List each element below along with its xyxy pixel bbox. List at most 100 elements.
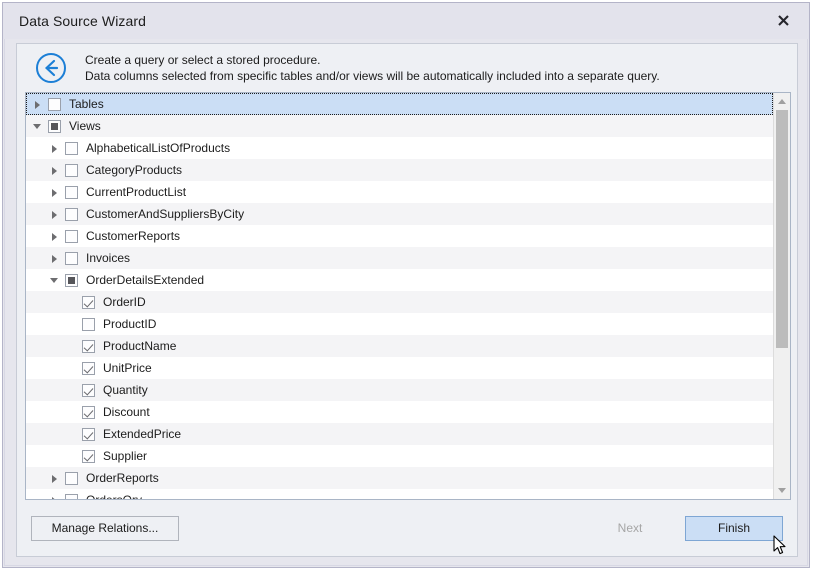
expander-expand-icon[interactable] [49,165,60,176]
tree-row[interactable]: CustomerReports [26,225,773,247]
expander-expand-icon[interactable] [49,187,60,198]
tree-panel: Tables Views AlphabeticalListOfProducts Cat… [25,92,791,500]
tree-row-label: Discount [103,405,150,419]
tree-row[interactable]: OrderID [26,291,773,313]
tree-row-label: Supplier [103,449,148,463]
finish-button[interactable]: Finish [685,515,783,541]
tree-row-label: CurrentProductList [86,185,187,199]
tree-row[interactable]: Views [26,115,773,137]
scroll-down-icon[interactable] [774,482,790,499]
checkbox-unchecked[interactable] [65,493,78,499]
tree-row[interactable]: ProductID [26,313,773,335]
tree-row-label: ProductID [103,317,157,331]
tree-row[interactable]: UnitPrice [26,357,773,379]
expander-collapse-icon[interactable] [49,275,60,286]
tree-row[interactable]: Supplier [26,445,773,467]
tree-row-label: CustomerReports [86,229,181,243]
tree-row[interactable]: CurrentProductList [26,181,773,203]
tree-row[interactable]: Discount [26,401,773,423]
expander-expand-icon[interactable] [49,495,60,499]
tree-row-label: OrderID [103,295,146,309]
tree-row[interactable]: OrdersQry [26,489,773,499]
checkbox-unchecked[interactable] [65,163,78,177]
expander-placeholder [66,297,77,308]
tree-row-label: CustomerAndSuppliersByCity [86,207,245,221]
wizard-header: Create a query or select a stored proced… [17,44,797,92]
tree-row-label: CategoryProducts [86,163,183,177]
checkbox-unchecked[interactable] [65,229,78,243]
tree-row-label: Quantity [103,383,148,397]
checkbox-unchecked[interactable] [65,251,78,265]
tree-row-label: Views [69,119,101,133]
tree-row[interactable]: ExtendedPrice [26,423,773,445]
checkbox-unchecked[interactable] [65,207,78,221]
wizard-footer: Manage Relations... Next Finish [17,500,797,556]
checkbox-unchecked[interactable] [65,471,78,485]
footer-nav-buttons: Next Finish [581,515,783,541]
back-circle-arrow-icon [36,53,66,83]
expander-placeholder [66,429,77,440]
checkbox-checked[interactable] [82,405,95,419]
scrollbar-thumb[interactable] [776,110,788,349]
back-button[interactable] [35,52,67,84]
tree-row-label: OrderDetailsExtended [86,273,205,287]
tree-row-label: ProductName [103,339,177,353]
tree-row[interactable]: Tables [26,93,773,115]
checkbox-checked[interactable] [82,383,95,397]
tree-row[interactable]: CategoryProducts [26,159,773,181]
title-bar: Data Source Wizard [3,3,809,39]
wizard-header-text: Create a query or select a stored proced… [85,52,660,84]
checkbox-unchecked[interactable] [65,185,78,199]
expander-placeholder [66,319,77,330]
tree-row[interactable]: OrderReports [26,467,773,489]
checkbox-indeterminate[interactable] [65,273,78,287]
tree-row-label: UnitPrice [103,361,152,375]
tree-row-label: Invoices [86,251,131,265]
wizard-client-area: Create a query or select a stored proced… [16,43,798,557]
expander-collapse-icon[interactable] [32,121,43,132]
tree-row[interactable]: ProductName [26,335,773,357]
wizard-header-line1: Create a query or select a stored proced… [85,53,321,67]
manage-relations-button[interactable]: Manage Relations... [31,515,179,541]
expander-placeholder [66,451,77,462]
next-button[interactable]: Next [581,515,679,541]
close-glyph [777,14,789,26]
tree-row-label: ExtendedPrice [103,427,182,441]
checkbox-indeterminate[interactable] [48,119,61,133]
checkbox-unchecked[interactable] [48,97,61,111]
window-title: Data Source Wizard [19,13,147,29]
expander-placeholder [66,407,77,418]
tree-vertical-scrollbar[interactable] [773,93,790,499]
tree-row-label: OrdersQry [86,493,142,499]
checkbox-checked[interactable] [82,295,95,309]
checkbox-unchecked[interactable] [82,317,95,331]
expander-expand-icon[interactable] [49,473,60,484]
checkbox-checked[interactable] [82,361,95,375]
tree-row[interactable]: AlphabeticalListOfProducts [26,137,773,159]
expander-expand-icon[interactable] [49,231,60,242]
tree-row-label: OrderReports [86,471,159,485]
expander-expand-icon[interactable] [49,209,60,220]
expander-placeholder [66,341,77,352]
tree-row[interactable]: Quantity [26,379,773,401]
scroll-up-icon[interactable] [774,93,790,110]
object-tree[interactable]: Tables Views AlphabeticalListOfProducts Cat… [26,93,773,499]
close-icon[interactable] [763,6,803,34]
tree-row-label: Tables [69,97,104,111]
tree-row-label: AlphabeticalListOfProducts [86,141,231,155]
scrollbar-track[interactable] [774,110,790,482]
checkbox-checked[interactable] [82,449,95,463]
tree-row[interactable]: OrderDetailsExtended [26,269,773,291]
tree-row[interactable]: Invoices [26,247,773,269]
expander-expand-icon[interactable] [32,99,43,110]
expander-expand-icon[interactable] [49,253,60,264]
data-source-wizard-window: Data Source Wizard Create a query or sel… [2,2,810,568]
wizard-header-line2: Data columns selected from specific tabl… [85,69,660,83]
tree-row[interactable]: CustomerAndSuppliersByCity [26,203,773,225]
expander-placeholder [66,363,77,374]
checkbox-checked[interactable] [82,339,95,353]
checkbox-checked[interactable] [82,427,95,441]
expander-expand-icon[interactable] [49,143,60,154]
expander-placeholder [66,385,77,396]
checkbox-unchecked[interactable] [65,141,78,155]
